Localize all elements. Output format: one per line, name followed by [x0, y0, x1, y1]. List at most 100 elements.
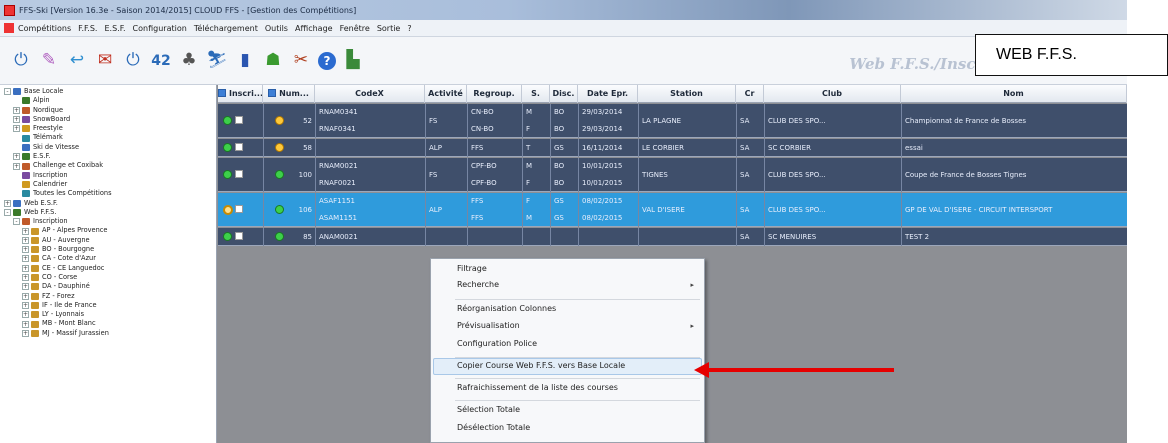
tools-icon[interactable]: ✂	[290, 50, 312, 72]
tree-node[interactable]: + Web E.S.F.	[4, 199, 216, 208]
context-menu-item[interactable]: Copier Course Web F.F.S. vers Base Local…	[457, 361, 625, 370]
pencil-icon[interactable]: ✎	[38, 50, 60, 72]
expand-icon[interactable]: +	[22, 320, 29, 328]
collapse-icon[interactable]: -	[4, 209, 11, 216]
menu-configuration[interactable]: Configuration	[133, 24, 187, 33]
menu-help[interactable]: ?	[407, 24, 411, 33]
tree-node[interactable]: Calendrier	[4, 180, 216, 189]
row-checkbox[interactable]	[235, 116, 243, 124]
menu-esf[interactable]: E.S.F.	[104, 24, 125, 33]
context-menu-item[interactable]: Désélection Totale	[457, 423, 530, 432]
expand-icon[interactable]: +	[22, 301, 29, 309]
tree-node[interactable]: + SnowBoard	[4, 115, 216, 124]
expand-icon[interactable]: +	[22, 329, 29, 337]
tree-node[interactable]: + CA - Cote d'Azur	[4, 254, 216, 263]
tree-node[interactable]: Ski de Vitesse	[4, 143, 216, 152]
col-activite-header[interactable]: Activité	[425, 85, 467, 103]
expand-icon[interactable]: +	[22, 255, 29, 263]
expand-icon[interactable]: +	[22, 274, 29, 282]
context-menu-item[interactable]: Configuration Police	[457, 339, 537, 348]
table-row[interactable]: 85 SA SC MENUIRES TEST 2 ANAM0021	[218, 228, 1127, 246]
tree-node[interactable]: + DA - Dauphiné	[4, 282, 216, 291]
collapse-icon[interactable]: -	[4, 88, 11, 96]
tree-node[interactable]: + BO - Bourgogne	[4, 245, 216, 254]
col-numero-header[interactable]: Num...	[263, 85, 315, 103]
tree-node[interactable]: - Base Locale	[4, 87, 216, 96]
tree-node[interactable]: + Nordique	[4, 106, 216, 115]
expand-icon[interactable]: +	[22, 227, 29, 235]
row-checkbox[interactable]	[235, 170, 243, 178]
expand-icon[interactable]: +	[4, 199, 11, 207]
row-checkbox[interactable]	[235, 205, 243, 213]
row-checkbox[interactable]	[235, 143, 243, 151]
col-discipline-header[interactable]: Disc.	[550, 85, 578, 103]
tree-node[interactable]: Inscription	[4, 171, 216, 180]
col-date-header[interactable]: Date Epr.	[578, 85, 638, 103]
ski-icon[interactable]: ⛷	[206, 50, 228, 72]
tree-node[interactable]: - Web F.F.S.	[4, 208, 216, 217]
col-inscription-header[interactable]: Inscri...	[218, 85, 263, 103]
table-row[interactable]: 58 ALP LE CORBIER SA SC CORBIER essai FFS T GS 16…	[218, 139, 1127, 157]
col-cr-header[interactable]: Cr	[736, 85, 764, 103]
menu-ffs[interactable]: F.F.S.	[78, 24, 97, 33]
tree-node[interactable]: + Freestyle	[4, 124, 216, 133]
expand-icon[interactable]: +	[22, 311, 29, 319]
exit-icon[interactable]: ▙	[342, 50, 364, 72]
expand-icon[interactable]: +	[22, 236, 29, 244]
tree-node[interactable]: Télémark	[4, 133, 216, 142]
col-regroupement-header[interactable]: Regroup.	[467, 85, 522, 103]
tree-node[interactable]: + E.S.F.	[4, 152, 216, 161]
col-club-header[interactable]: Club	[764, 85, 901, 103]
tree-node[interactable]: + AP - Alpes Provence	[4, 226, 216, 235]
tree-node[interactable]: Alpin	[4, 96, 216, 105]
menu-telechargement[interactable]: Téléchargement	[194, 24, 258, 33]
tree-node[interactable]: + MJ - Massif Jurassien	[4, 329, 216, 338]
menu-sortie[interactable]: Sortie	[377, 24, 401, 33]
row-checkbox[interactable]	[235, 232, 243, 240]
menu-affichage[interactable]: Affichage	[295, 24, 333, 33]
mail-icon[interactable]: ✉	[94, 50, 116, 72]
tree-node[interactable]: + IF - Ile de France	[4, 301, 216, 310]
race-number-icon[interactable]: 42	[150, 50, 172, 72]
tree-node[interactable]: + MB - Mont Blanc	[4, 319, 216, 328]
menu-outils[interactable]: Outils	[265, 24, 288, 33]
expand-icon[interactable]: +	[22, 283, 29, 291]
col-station-header[interactable]: Station	[638, 85, 736, 103]
context-menu-item[interactable]: Réorganisation Colonnes	[457, 304, 556, 313]
context-menu-item[interactable]: Recherche	[457, 280, 499, 289]
tree-node[interactable]: - Inscription	[4, 217, 216, 226]
context-menu-item[interactable]: Filtrage	[457, 264, 487, 273]
expand-icon[interactable]: +	[22, 264, 29, 272]
context-menu-item[interactable]: Rafraichissement de la liste des courses	[457, 383, 618, 392]
col-sexe-header[interactable]: S.	[522, 85, 550, 103]
tree-node[interactable]: + CO - Corse	[4, 273, 216, 282]
context-menu-item[interactable]: Sélection Totale	[457, 405, 520, 414]
tree-node[interactable]: Toutes les Compétitions	[4, 189, 216, 198]
col-nom-header[interactable]: Nom	[901, 85, 1127, 103]
document-icon[interactable]	[4, 23, 14, 33]
context-menu-item[interactable]: Prévisualisation	[457, 321, 520, 330]
table-row[interactable]: 106 ALP VAL D'ISERE SA CLUB DES SPO... GP DE …	[218, 193, 1127, 227]
tree-node[interactable]: + LY - Lyonnais	[4, 310, 216, 319]
navigation-tree[interactable]: - Base Locale Alpin + Nordique + SnowBoard + Fre…	[0, 85, 217, 443]
expand-icon[interactable]: +	[13, 162, 20, 170]
collapse-icon[interactable]: -	[13, 218, 20, 226]
col-codex-header[interactable]: CodeX	[315, 85, 425, 103]
expand-icon[interactable]: +	[13, 125, 20, 133]
expand-icon[interactable]: +	[22, 246, 29, 254]
group-icon[interactable]: ♣	[178, 50, 200, 72]
expand-icon[interactable]: +	[22, 292, 29, 300]
book-icon[interactable]: ▮	[234, 50, 256, 72]
expand-icon[interactable]: +	[13, 106, 20, 114]
expand-icon[interactable]: +	[13, 153, 20, 161]
tree-node[interactable]: + AU - Auvergne	[4, 236, 216, 245]
tree-node[interactable]: + FZ - Forez	[4, 292, 216, 301]
user-icon[interactable]: ☗	[262, 50, 284, 72]
tree-node[interactable]: + CE - CE Languedoc	[4, 264, 216, 273]
power-alt-icon[interactable]: ⏻	[122, 50, 144, 72]
table-row[interactable]: 52 FS LA PLAGNE SA CLUB DES SPO... Championna…	[218, 104, 1127, 138]
menu-fenetre[interactable]: Fenêtre	[340, 24, 370, 33]
power-icon[interactable]: ⏻	[10, 50, 32, 72]
help-icon[interactable]: ?	[318, 51, 336, 70]
menu-competitions[interactable]: Compétitions	[18, 24, 71, 33]
